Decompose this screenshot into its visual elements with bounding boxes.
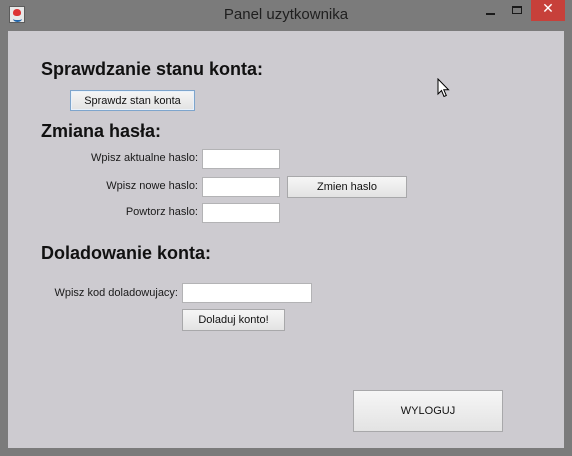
maximize-button[interactable] xyxy=(504,0,531,21)
mouse-cursor-icon xyxy=(437,78,450,98)
minimize-button[interactable] xyxy=(477,0,504,21)
close-icon: ✕ xyxy=(542,1,554,17)
repeat-password-field[interactable] xyxy=(202,203,280,223)
new-password-field[interactable] xyxy=(202,177,280,197)
repeat-password-label: Powtorz haslo: xyxy=(125,206,198,218)
password-heading: Zmiana hasła: xyxy=(41,121,162,141)
close-button[interactable]: ✕ xyxy=(531,0,565,21)
title-bar[interactable]: Panel uzytkownika ✕ xyxy=(0,0,572,31)
topup-heading: Doladowanie konta: xyxy=(41,243,212,263)
topup-code-field[interactable] xyxy=(182,283,312,303)
change-password-button[interactable]: Zmien haslo xyxy=(287,176,407,198)
check-balance-button[interactable]: Sprawdz stan konta xyxy=(70,90,195,111)
current-password-label: Wpisz aktualne haslo: xyxy=(91,152,198,164)
logout-button[interactable]: WYLOGUJ xyxy=(353,390,503,432)
app-window: Panel uzytkownika ✕ Sprawdzanie stanu ko… xyxy=(0,0,572,456)
current-password-field[interactable] xyxy=(202,149,280,169)
topup-code-label: Wpisz kod doladowujacy: xyxy=(54,287,178,299)
new-password-label: Wpisz nowe haslo: xyxy=(106,180,198,192)
balance-heading: Sprawdzanie stanu konta: xyxy=(41,59,264,79)
topup-button[interactable]: Doladuj konto! xyxy=(182,309,285,331)
user-panel: Sprawdzanie stanu konta: Sprawdz stan ko… xyxy=(8,31,564,448)
